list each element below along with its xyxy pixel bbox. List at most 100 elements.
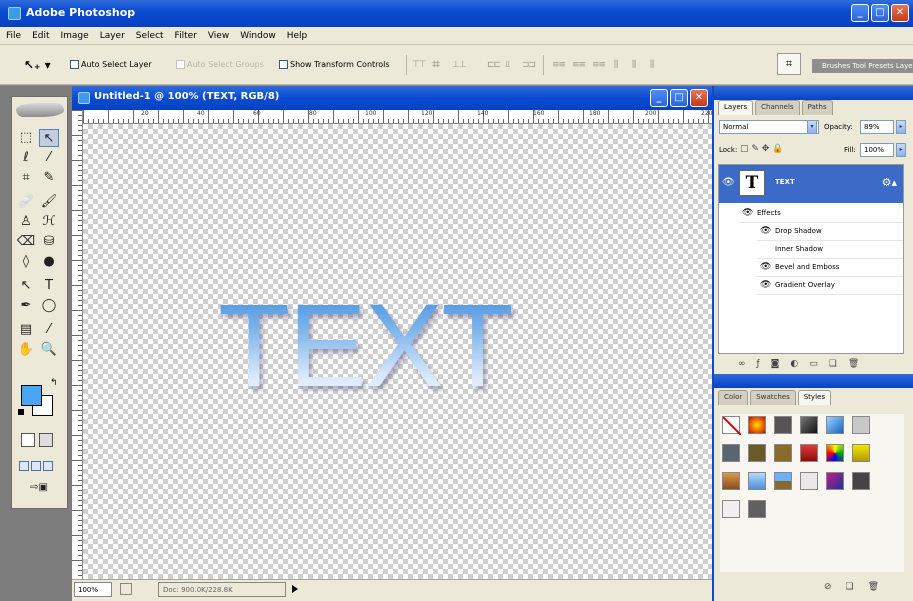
menu-layer[interactable]: Layer — [100, 31, 125, 41]
auto-select-layer-checkbox[interactable]: Auto Select Layer — [70, 60, 152, 69]
menu-filter[interactable]: Filter — [175, 31, 197, 41]
style-swatch-none[interactable] — [722, 416, 742, 436]
effect-row-gradient-overlay[interactable]: 👁 Gradient Overlay — [757, 277, 903, 295]
style-swatch[interactable] — [800, 416, 818, 434]
zoom-tool-icon[interactable]: 🔍 — [39, 341, 59, 359]
style-swatch[interactable] — [748, 500, 766, 518]
style-swatch[interactable] — [722, 500, 740, 518]
new-layer-icon[interactable]: ❏ — [829, 359, 837, 371]
healing-brush-tool-icon[interactable]: 🩹 — [16, 193, 36, 211]
path-selection-tool-icon[interactable]: ↖ — [16, 277, 36, 295]
zoom-field[interactable]: 100% — [74, 582, 112, 597]
document-close-button[interactable]: ✕ — [690, 89, 708, 107]
notes-tool-icon[interactable]: ▤ — [16, 321, 36, 339]
menu-select[interactable]: Select — [136, 31, 164, 41]
document-maximize-button[interactable]: □ — [670, 89, 688, 107]
distribute-hcenter-icon[interactable]: ⫼ — [632, 60, 646, 70]
add-layer-style-icon[interactable]: ƒ — [757, 359, 760, 371]
eyedropper-tool-icon[interactable]: ⁄ — [39, 321, 59, 339]
menu-edit[interactable]: Edit — [32, 31, 49, 41]
fill-slider-icon[interactable]: ▸ — [896, 143, 906, 157]
quick-mask-mode-button[interactable] — [39, 433, 53, 447]
show-transform-controls-checkbox[interactable]: Show Transform Controls — [279, 60, 390, 69]
lasso-tool-icon[interactable]: ℓ — [16, 149, 36, 167]
lock-icons[interactable]: ▢ ✎ ✥ 🔒 — [740, 144, 783, 154]
palette-well-tabs[interactable]: Brushes Tool Presets Layer Comps — [812, 59, 913, 73]
distribute-bottom-icon[interactable]: ≡≡ — [592, 60, 606, 70]
minimize-button[interactable]: _ — [851, 4, 869, 22]
tab-layers[interactable]: Layers — [718, 100, 754, 115]
gradient-overlay-eye-icon[interactable]: 👁 — [760, 277, 771, 294]
style-swatch[interactable] — [826, 472, 844, 490]
new-style-icon[interactable]: ❏ — [846, 582, 854, 592]
effects-group-row[interactable]: 👁 Effects — [739, 205, 903, 223]
add-mask-icon[interactable]: ◙ — [771, 359, 780, 371]
blend-mode-select[interactable]: Normal — [719, 120, 819, 134]
default-colors-icon[interactable] — [18, 409, 24, 415]
link-layers-icon[interactable]: ∞ — [738, 359, 746, 371]
style-swatch[interactable] — [852, 444, 870, 462]
style-swatch[interactable] — [852, 416, 870, 434]
style-swatch[interactable] — [852, 472, 870, 490]
shape-tool-icon[interactable]: ◯ — [39, 297, 59, 315]
drop-shadow-eye-icon[interactable]: 👁 — [760, 223, 771, 240]
full-screen-menu-mode-button[interactable] — [31, 461, 41, 471]
menu-file[interactable]: File — [6, 31, 21, 41]
horizontal-ruler[interactable]: 20 40 60 80 100 120 140 160 180 200 220 — [83, 110, 712, 124]
marquee-tool-icon[interactable]: ⬚ — [16, 129, 36, 147]
full-screen-mode-button[interactable] — [43, 461, 53, 471]
standard-mode-button[interactable] — [21, 433, 35, 447]
new-group-icon[interactable]: ▭ — [809, 359, 818, 371]
opacity-slider-icon[interactable]: ▸ — [896, 120, 906, 134]
adjustment-layer-icon[interactable]: ◐ — [790, 359, 798, 371]
navigator-icon[interactable] — [120, 583, 132, 595]
align-left-icon[interactable]: ⊏⊏ — [487, 60, 501, 70]
distribute-center-icon[interactable]: ≡≡ — [572, 60, 586, 70]
clear-style-icon[interactable]: ⊘ — [824, 582, 832, 592]
bevel-emboss-eye-icon[interactable]: 👁 — [760, 259, 771, 276]
style-swatch[interactable] — [774, 444, 792, 462]
brush-tool-icon[interactable]: 🖌 — [39, 193, 59, 211]
align-top-icon[interactable]: ⊤⊤ — [412, 60, 427, 70]
align-right-icon[interactable]: ⊐⊐ — [522, 60, 536, 70]
style-swatch[interactable] — [826, 416, 844, 434]
blend-mode-dropdown-icon[interactable]: ▾ — [807, 120, 817, 134]
tab-channels[interactable]: Channels — [755, 100, 800, 115]
effects-eye-icon[interactable]: 👁 — [742, 205, 753, 222]
swap-colors-icon[interactable]: ↰ — [50, 378, 58, 388]
layer-effects-icon[interactable]: ⚙▴ — [882, 176, 897, 189]
crop-tool-icon[interactable]: ⌗ — [16, 169, 36, 187]
delete-layer-icon[interactable]: 🗑 — [848, 359, 859, 371]
blur-tool-icon[interactable]: ◊ — [16, 253, 36, 271]
move-tool-preset-icon[interactable]: ↖₊ ▾ — [24, 58, 51, 72]
style-swatch[interactable] — [800, 472, 818, 490]
slice-tool-icon[interactable]: ✎ — [39, 169, 59, 187]
fill-field[interactable]: 100% — [860, 143, 894, 157]
layer-row-text[interactable]: 👁 T TEXT ⚙▴ — [719, 165, 903, 203]
dodge-tool-icon[interactable]: ● — [39, 253, 59, 271]
foreground-color-swatch[interactable] — [21, 385, 42, 406]
style-swatch[interactable] — [748, 444, 766, 462]
effect-row-inner-shadow[interactable]: Inner Shadow — [757, 241, 903, 259]
status-menu-arrow-icon[interactable] — [292, 585, 298, 593]
distribute-left-icon[interactable]: ⫼ — [614, 60, 628, 70]
style-swatch[interactable] — [800, 444, 818, 462]
jump-to-imageready-icon[interactable]: ⇨▣ — [24, 479, 54, 497]
move-tool-icon[interactable]: ↖ — [39, 129, 59, 147]
style-swatch[interactable] — [748, 416, 766, 434]
adobe-feather-logo[interactable] — [16, 103, 64, 117]
type-tool-icon[interactable]: T — [39, 277, 59, 295]
close-button[interactable]: ✕ — [891, 4, 909, 22]
vertical-ruler[interactable] — [72, 110, 83, 579]
distribute-top-icon[interactable]: ≡≡ — [552, 60, 566, 70]
effect-row-drop-shadow[interactable]: 👁 Drop Shadow — [757, 223, 903, 241]
effect-row-bevel-emboss[interactable]: 👁 Bevel and Emboss — [757, 259, 903, 277]
style-swatch[interactable] — [722, 472, 740, 490]
clone-stamp-tool-icon[interactable]: ♙ — [16, 213, 36, 231]
style-swatch[interactable] — [774, 416, 792, 434]
align-bottom-icon[interactable]: ⊥⊥ — [452, 60, 467, 70]
delete-style-icon[interactable]: 🗑 — [868, 582, 879, 592]
align-horizontal-center-icon[interactable]: ⫫ — [505, 60, 519, 70]
opacity-field[interactable]: 89% — [860, 120, 894, 134]
tab-paths[interactable]: Paths — [801, 100, 833, 115]
